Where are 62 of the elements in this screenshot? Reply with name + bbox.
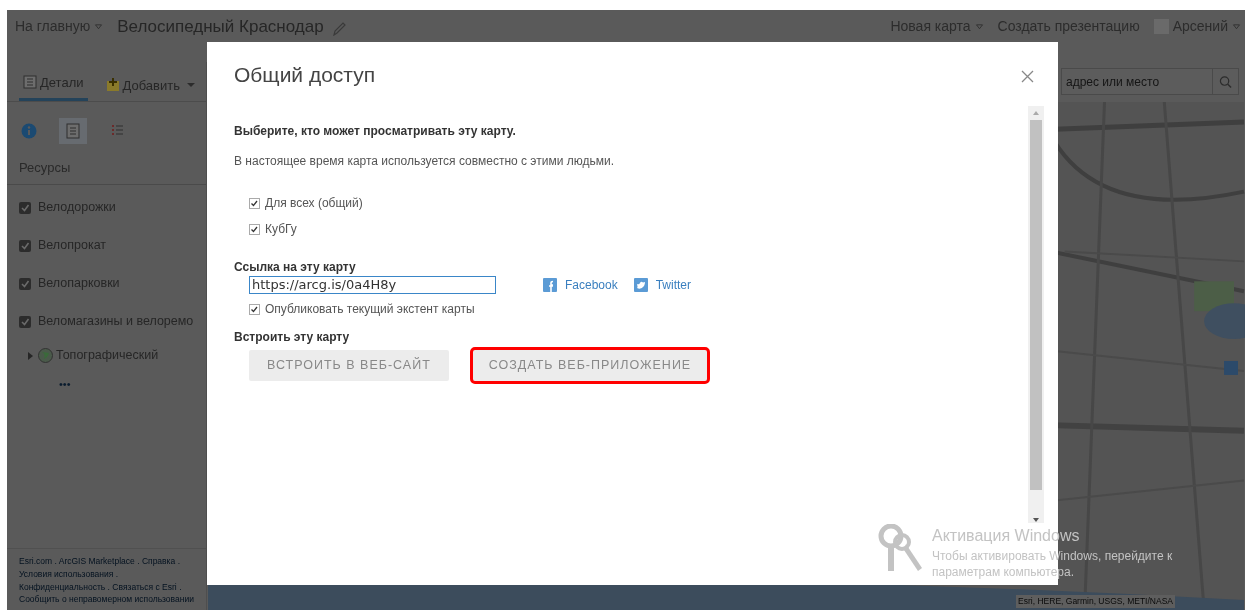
separator: . [115,568,119,579]
scrollbar[interactable] [1028,106,1044,523]
separator: . [179,581,182,592]
caret-icon [94,23,104,30]
expand-arrow-icon[interactable] [27,351,35,360]
checkbox[interactable] [249,197,260,209]
layer-checkbox[interactable] [19,201,31,214]
footer-link[interactable]: ArcGIS Marketplace [58,556,135,566]
more-button[interactable]: ••• [59,375,71,392]
layer-checkbox[interactable] [19,315,31,328]
link-field[interactable]: https://arcg.is/0a4H8y [249,276,496,294]
layer-checkbox[interactable] [19,277,31,290]
footer-link[interactable]: Конфиденциальность [19,581,106,592]
separator: . [177,556,180,566]
check-icon [20,202,30,213]
check-icon [20,316,30,327]
section-heading: Встроить эту карту [234,329,351,346]
key-icon [878,524,924,572]
twitter-link[interactable]: Twitter [633,276,692,294]
info-icon [21,123,37,139]
separator: . [54,556,57,566]
content-view-button[interactable] [59,118,87,144]
embed-button[interactable]: СОЗДАТЬ ВЕБ-ПРИЛОЖЕНИЕ [472,350,708,381]
footer-link[interactable]: Условия использования [19,568,114,579]
check-icon [250,304,259,314]
pencil-icon [331,22,346,36]
f-square-icon [543,278,557,292]
embed-button[interactable]: ВСТРОИТЬ В ВЕБ-САЙТ [249,350,449,381]
checkbox-label: Для всех (общий) [265,195,363,212]
section-heading: Ссылка на эту карту [234,259,357,276]
dialog-title: Общий доступ [234,62,376,88]
footer-link[interactable]: Связаться с Esri [112,581,177,592]
search-field[interactable]: адрес или место [1061,68,1213,95]
close-icon [1021,70,1034,84]
separator: . [137,556,140,566]
checkbox[interactable] [249,223,260,235]
caret-icon [1232,23,1241,30]
search-icon [1219,74,1232,89]
map-attribution: Esri, HERE, Garmin, USGS, METI/NASA [1016,595,1175,608]
scroll-down-icon [1032,517,1040,523]
separator: . [107,581,110,592]
section-heading: Выберите, кто может просматривать эту карту. [234,123,517,140]
footer-link[interactable]: Сообщить о неправомерном использовании [19,594,194,605]
bird-icon [633,278,648,292]
checkbox-label: КубГу [265,221,297,238]
check-icon [20,278,30,289]
document-icon [23,75,37,90]
check-icon [20,240,30,251]
check-icon [250,224,259,234]
checkbox-label: Опубликовать текущий экстент карты [265,301,475,318]
info-text: В настоящее время карта используется совместно с этими людьми. [234,153,615,170]
add-icon [105,78,120,93]
layer-checkbox[interactable] [19,239,31,252]
list-icon [65,123,81,139]
scroll-up-icon [1032,110,1040,116]
footer-link[interactable]: Справка [141,556,176,566]
checkbox[interactable] [249,303,260,315]
check-icon [250,198,259,208]
search-button[interactable] [1213,68,1239,95]
globe-icon [38,348,53,363]
footer-link[interactable]: Esri.com [19,556,53,566]
facebook-link[interactable]: Facebook [543,276,618,294]
